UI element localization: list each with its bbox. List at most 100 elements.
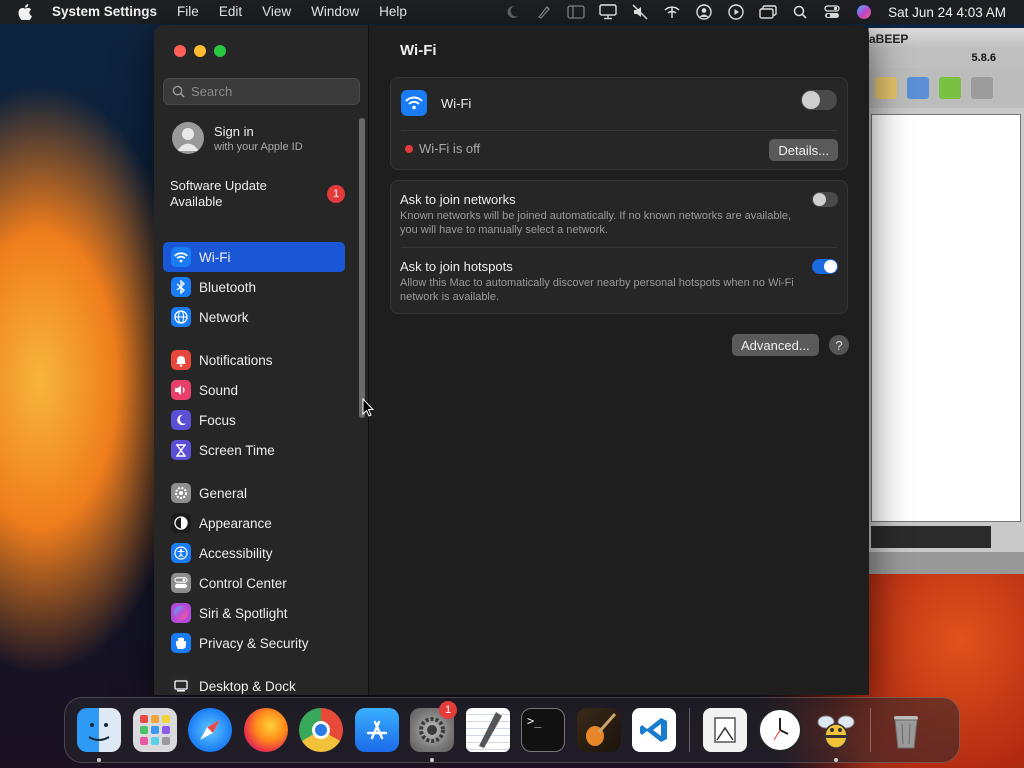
- dock: 1 >_: [64, 697, 960, 763]
- wifi-status-text: Wi-Fi is off: [419, 141, 481, 156]
- dock-textedit[interactable]: [463, 705, 513, 755]
- search-input[interactable]: [191, 84, 351, 99]
- sidebar-item-notifications[interactable]: Notifications: [163, 345, 345, 375]
- launchpad-icon: [132, 708, 177, 752]
- pen-status-icon[interactable]: [528, 0, 560, 24]
- apple-id-sign-in[interactable]: Sign in with your Apple ID: [172, 122, 303, 154]
- sidebar-item-network[interactable]: Network: [163, 302, 345, 332]
- sidebar-item-desktop-and-dock[interactable]: Desktop & Dock: [163, 671, 345, 695]
- sidebar-item-screen-time[interactable]: Screen Time: [163, 435, 345, 465]
- ask-networks-toggle[interactable]: [812, 192, 838, 207]
- running-indicator: [430, 758, 434, 762]
- details-button[interactable]: Details...: [769, 139, 838, 161]
- dock-firefox[interactable]: [241, 705, 291, 755]
- background-window-title: aBEEP: [869, 28, 1024, 50]
- menu-edit[interactable]: Edit: [209, 0, 252, 24]
- background-window-list[interactable]: [871, 114, 1021, 522]
- software-update-item[interactable]: Software Update Available 1: [170, 178, 345, 210]
- dock-garageband[interactable]: [574, 705, 624, 755]
- dock-launchpad[interactable]: [130, 705, 180, 755]
- dock-vscode[interactable]: [629, 705, 679, 755]
- wifi-label: Wi-Fi: [441, 96, 472, 111]
- menu-bar-clock[interactable]: Sat Jun 24 4:03 AM: [880, 5, 1024, 20]
- sidebar-item-label: Desktop & Dock: [199, 678, 296, 694]
- sidebar-item-label: Siri & Spotlight: [199, 605, 288, 621]
- system-settings-window: Sign in with your Apple ID Software Upda…: [154, 25, 869, 695]
- display-status-icon[interactable]: [592, 0, 624, 24]
- dock-chrome[interactable]: [296, 705, 346, 755]
- sidebar-item-privacy-and-security[interactable]: Privacy & Security: [163, 628, 345, 658]
- apple-menu-icon[interactable]: [18, 0, 38, 24]
- settings-dock-badge: 1: [439, 701, 457, 719]
- play-status-icon[interactable]: [720, 0, 752, 24]
- sidebar-status-icon[interactable]: [560, 0, 592, 24]
- wifi-panel: Wi-Fi Wi-Fi is off Details...: [390, 77, 848, 170]
- dock-app-store[interactable]: [352, 705, 402, 755]
- bluetooth-icon: [171, 277, 191, 297]
- background-window-input[interactable]: [871, 526, 991, 548]
- search-status-icon[interactable]: [784, 0, 816, 24]
- dock-terminal[interactable]: >_: [518, 705, 568, 755]
- menu-window[interactable]: Window: [301, 0, 369, 24]
- sidebar-item-sound[interactable]: Sound: [163, 375, 345, 405]
- status-area: Sat Jun 24 4:03 AM: [496, 0, 1024, 24]
- dock-finder[interactable]: [74, 705, 124, 762]
- background-app-window[interactable]: aBEEP 5.8.6: [868, 28, 1024, 574]
- app-store-icon: [354, 708, 399, 752]
- gear-icon: [171, 483, 191, 503]
- wifi-off-status-icon[interactable]: [656, 0, 688, 24]
- tool-tools-icon[interactable]: [907, 77, 929, 99]
- moon-status-icon[interactable]: [496, 0, 528, 24]
- sidebar-scrollbar[interactable]: [359, 118, 365, 418]
- sidebar-item-bluetooth[interactable]: Bluetooth: [163, 272, 345, 302]
- sidebar-item-accessibility[interactable]: Accessibility: [163, 538, 345, 568]
- preview-icon: [702, 708, 747, 752]
- menu-file[interactable]: File: [167, 0, 209, 24]
- dock-clock[interactable]: [755, 705, 805, 755]
- close-window-button[interactable]: [174, 45, 186, 57]
- sidebar-item-siri-and-spotlight[interactable]: Siri & Spotlight: [163, 598, 345, 628]
- ask-networks-toggle-knob: [813, 193, 826, 206]
- ask-hotspots-toggle[interactable]: [812, 259, 838, 274]
- ask-hotspots-toggle-knob: [824, 260, 837, 273]
- wifi-options-panel: Ask to join networks Known networks will…: [390, 180, 848, 314]
- siri-status-icon[interactable]: [848, 0, 880, 24]
- sidebar-item-wi-fi[interactable]: Wi-Fi: [163, 242, 345, 272]
- tool-trash-icon[interactable]: [971, 77, 993, 99]
- software-update-label: Software Update Available: [170, 178, 267, 209]
- user-status-icon[interactable]: [688, 0, 720, 24]
- dock-safari[interactable]: [185, 705, 235, 755]
- background-window-version: 5.8.6: [869, 50, 1024, 68]
- running-indicator: [97, 758, 101, 762]
- dock-system-settings[interactable]: 1: [407, 701, 457, 762]
- background-window-toolbar: [869, 68, 1024, 108]
- dock-abeep[interactable]: [811, 705, 861, 762]
- help-button[interactable]: ?: [829, 335, 849, 355]
- sidebar-item-appearance[interactable]: Appearance: [163, 508, 345, 538]
- speaker-icon: [171, 380, 191, 400]
- siri-icon: [171, 603, 191, 623]
- wifi-toggle[interactable]: [801, 90, 837, 110]
- tool-add-icon[interactable]: [939, 77, 961, 99]
- sidebar-item-focus[interactable]: Focus: [163, 405, 345, 435]
- control-center-status-icon[interactable]: [816, 0, 848, 24]
- mute-status-icon[interactable]: [624, 0, 656, 24]
- advanced-button[interactable]: Advanced...: [732, 334, 819, 356]
- windows-status-icon[interactable]: [752, 0, 784, 24]
- sidebar-item-general[interactable]: General: [163, 478, 345, 508]
- menu-app-name[interactable]: System Settings: [38, 0, 167, 24]
- minimize-window-button[interactable]: [194, 45, 206, 57]
- ask-networks-description: Known networks will be joined automatica…: [400, 210, 792, 236]
- sidebar-item-label: Network: [199, 309, 249, 325]
- dock-trash[interactable]: [881, 705, 931, 755]
- menu-view[interactable]: View: [252, 0, 301, 24]
- sidebar-item-control-center[interactable]: Control Center: [163, 568, 345, 598]
- tool-edit-icon[interactable]: [875, 77, 897, 99]
- firefox-icon: [243, 708, 288, 752]
- search-field[interactable]: [163, 78, 360, 105]
- guitar-icon: [576, 708, 621, 752]
- dock-preview[interactable]: [700, 705, 750, 755]
- bell-icon: [171, 350, 191, 370]
- zoom-window-button[interactable]: [214, 45, 226, 57]
- menu-help[interactable]: Help: [369, 0, 417, 24]
